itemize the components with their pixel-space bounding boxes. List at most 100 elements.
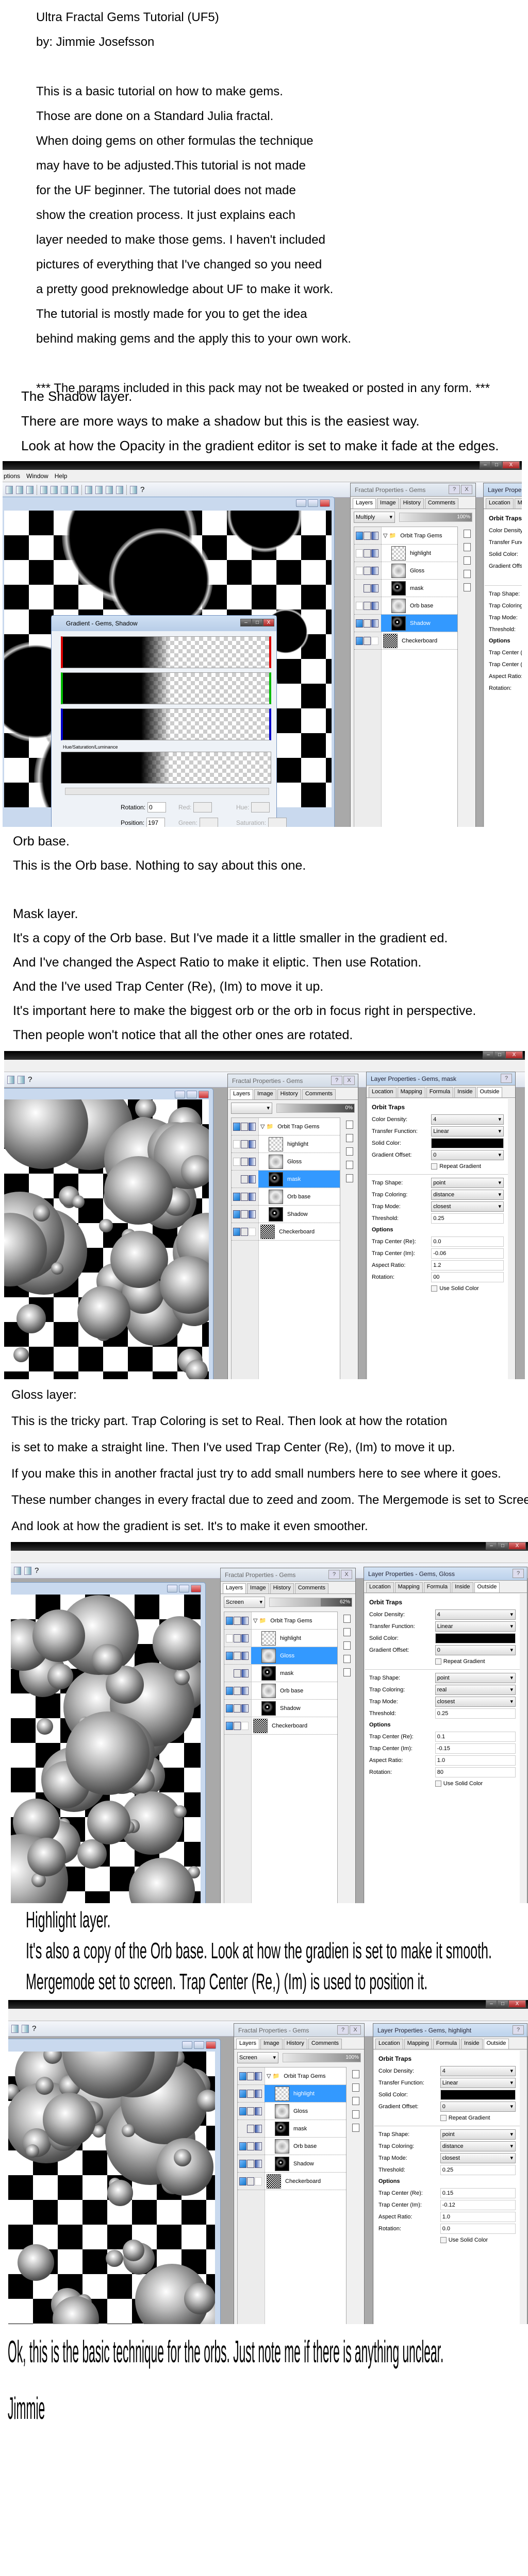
- restore-button[interactable]: [187, 1091, 197, 1098]
- zoom-lock-icon[interactable]: [241, 1192, 248, 1201]
- layer-row[interactable]: highlight: [238, 2085, 346, 2103]
- property-dropdown[interactable]: closest: [440, 2153, 516, 2163]
- zoom-lock-icon[interactable]: [364, 619, 371, 628]
- gradient-icon[interactable]: [255, 2072, 262, 2080]
- property-dropdown[interactable]: point: [440, 2129, 516, 2140]
- property-dropdown[interactable]: real: [435, 1684, 516, 1695]
- merge-icon[interactable]: [352, 2124, 359, 2132]
- gradient-icon[interactable]: [241, 1634, 249, 1642]
- visibility-checkbox[interactable]: [226, 1704, 233, 1713]
- help-button[interactable]: ?: [513, 1569, 524, 1578]
- visibility-checkbox[interactable]: [233, 1227, 240, 1236]
- add-folder-icon[interactable]: [346, 1147, 353, 1156]
- close-button[interactable]: [206, 2041, 216, 2049]
- delete-layer-icon[interactable]: [464, 543, 471, 551]
- visibility-checkbox[interactable]: [233, 1122, 240, 1131]
- toolbar-tool-icon[interactable]: [6, 485, 13, 494]
- minimize-button[interactable]: –: [486, 1542, 497, 1550]
- visibility-checkbox[interactable]: [233, 1210, 240, 1218]
- zoom-lock-icon[interactable]: [247, 2089, 254, 2098]
- visibility-checkbox[interactable]: [239, 2072, 246, 2080]
- field-input[interactable]: 197: [146, 818, 166, 827]
- merge-icon[interactable]: [343, 1668, 351, 1676]
- tab-formula[interactable]: Formula: [426, 1087, 454, 1097]
- close-button[interactable]: X: [502, 461, 520, 469]
- zoom-lock-icon[interactable]: [241, 1140, 248, 1148]
- toolbar-tool-icon[interactable]: [11, 2024, 19, 2033]
- blue-channel-strip[interactable]: [61, 708, 271, 740]
- property-dropdown[interactable]: Linear: [435, 1621, 516, 1632]
- layer-row[interactable]: Checkerboard: [232, 1223, 340, 1241]
- gradient-icon[interactable]: [241, 1616, 249, 1625]
- minimize-button[interactable]: –: [483, 1051, 494, 1059]
- zoom-lock-icon[interactable]: [247, 2142, 254, 2150]
- gradient-icon[interactable]: [249, 1157, 256, 1166]
- zoom-lock-icon[interactable]: [234, 1686, 241, 1695]
- merge-mode-dropdown[interactable]: Multiply: [354, 512, 395, 523]
- tab-inside[interactable]: Inside: [461, 2039, 483, 2049]
- visibility-checkbox[interactable]: [239, 2107, 246, 2115]
- visibility-checkbox[interactable]: [233, 1192, 240, 1201]
- property-dropdown[interactable]: closest: [431, 1201, 504, 1212]
- tab-outside[interactable]: Outside: [476, 1087, 503, 1097]
- zoom-lock-icon[interactable]: [234, 1704, 241, 1713]
- maximize-button[interactable]: □: [252, 619, 263, 626]
- visibility-checkbox[interactable]: [356, 619, 363, 628]
- gradient-icon[interactable]: [249, 1192, 256, 1201]
- tab-history[interactable]: History: [283, 2039, 307, 2049]
- field-input[interactable]: [193, 802, 212, 812]
- close-button[interactable]: X: [343, 1076, 355, 1085]
- gradient-icon[interactable]: [241, 1686, 249, 1695]
- close-button[interactable]: [199, 1091, 209, 1098]
- mask-icon[interactable]: [352, 2110, 359, 2119]
- checkbox[interactable]: [440, 2237, 447, 2243]
- zoom-lock-icon[interactable]: [234, 1721, 241, 1730]
- tab-comments[interactable]: Comments: [294, 1583, 329, 1594]
- layer-row[interactable]: mask: [232, 1171, 340, 1188]
- gradient-icon[interactable]: [255, 2142, 262, 2150]
- gradient-icon[interactable]: [371, 584, 378, 592]
- tab-mapping[interactable]: Mapping: [397, 1087, 425, 1097]
- close-button[interactable]: X: [461, 485, 472, 494]
- property-dropdown[interactable]: 0: [435, 1645, 516, 1655]
- gradient-icon[interactable]: [371, 636, 378, 645]
- property-input[interactable]: -0.15: [435, 1743, 516, 1754]
- toolbar-tool-icon[interactable]: [7, 1075, 14, 1084]
- menu-item-help[interactable]: Help: [55, 472, 68, 480]
- layer-row[interactable]: mask: [354, 580, 457, 597]
- layer-row[interactable]: Checkerboard: [238, 2173, 346, 2190]
- gradient-icon[interactable]: [371, 531, 378, 540]
- toolbar-tool-icon[interactable]: [16, 485, 23, 494]
- layer-row[interactable]: Gloss: [238, 2103, 346, 2120]
- layer-row[interactable]: Shadow: [238, 2155, 346, 2173]
- gradient-icon[interactable]: [249, 1227, 256, 1236]
- help-button[interactable]: ?: [449, 485, 460, 494]
- tab-location[interactable]: Location: [366, 1582, 394, 1592]
- zoom-lock-icon[interactable]: [364, 566, 371, 575]
- close-button[interactable]: [191, 1585, 201, 1592]
- checkbox[interactable]: [435, 1781, 441, 1787]
- property-input[interactable]: -0.06: [431, 1248, 504, 1259]
- use-solid-color-checkbox[interactable]: Use Solid Color: [369, 1778, 516, 1789]
- gradient-icon[interactable]: [255, 2177, 262, 2185]
- toolbar-tool-icon[interactable]: [71, 485, 78, 494]
- gradient-icon[interactable]: [255, 2159, 262, 2168]
- add-layer-icon[interactable]: [346, 1121, 353, 1129]
- property-input[interactable]: 0.15: [440, 2188, 516, 2198]
- use-solid-color-checkbox[interactable]: Use Solid Color: [372, 1283, 504, 1294]
- property-dropdown[interactable]: point: [431, 1177, 504, 1188]
- repeat-gradient-checkbox[interactable]: Repeat Gradient: [369, 1656, 516, 1667]
- opacity-slider[interactable]: 0%: [276, 1104, 355, 1113]
- close-button[interactable]: X: [508, 2000, 526, 2008]
- tab-mapping[interactable]: Mapping: [394, 1582, 423, 1592]
- property-dropdown[interactable]: closest: [435, 1696, 516, 1707]
- options-header[interactable]: Options: [489, 635, 522, 647]
- help-button[interactable]: ?: [331, 1076, 342, 1085]
- tab-outside[interactable]: Outside: [474, 1582, 500, 1592]
- layer-row[interactable]: Gloss: [224, 1647, 337, 1665]
- toolbar-tool-icon[interactable]: [116, 485, 123, 494]
- tab-inside[interactable]: Inside: [454, 1087, 476, 1097]
- property-input[interactable]: 0.1: [435, 1731, 516, 1742]
- toolbar-tool-icon[interactable]: [85, 485, 92, 494]
- property-input[interactable]: 0.25: [440, 2164, 516, 2175]
